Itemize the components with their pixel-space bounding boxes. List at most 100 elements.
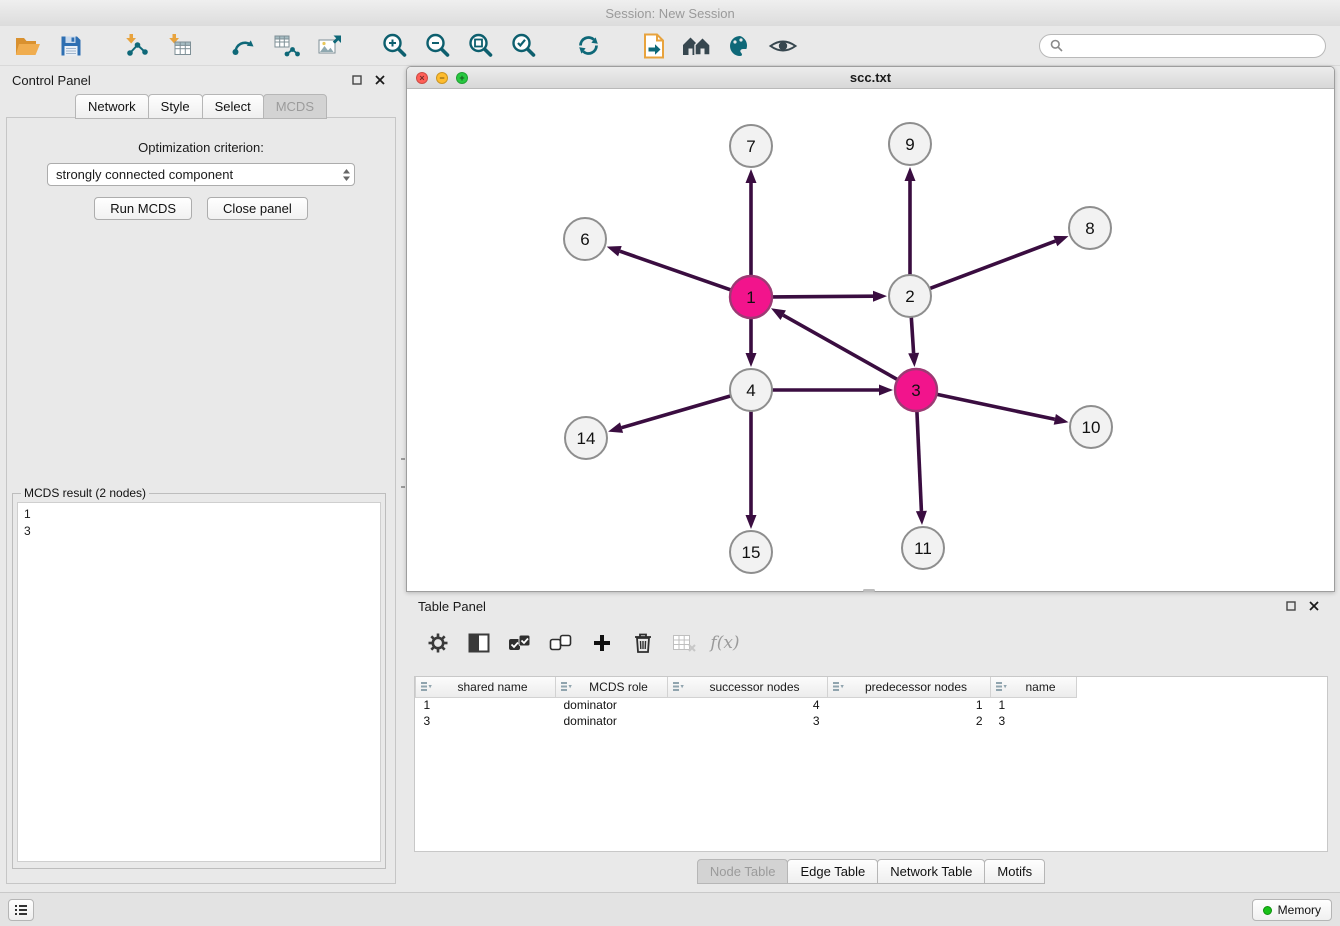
search-input[interactable] <box>1069 38 1315 53</box>
memory-button[interactable]: Memory <box>1252 899 1332 921</box>
mcds-result-list[interactable]: 1 3 <box>17 502 381 862</box>
table-settings-button[interactable] <box>426 631 450 655</box>
minimize-window-button[interactable] <box>436 72 448 84</box>
graph-edge-2-8[interactable] <box>930 241 1056 289</box>
show-hide-details-button[interactable] <box>761 28 804 64</box>
cell-successor-nodes[interactable]: 3 <box>668 713 828 729</box>
graph-edge-1-2[interactable] <box>772 296 873 297</box>
table-row[interactable]: 3 dominator 3 2 3 <box>416 713 1077 729</box>
node-label: 10 <box>1082 418 1101 437</box>
tab-network[interactable]: Network <box>75 94 149 119</box>
column-header-predecessor-nodes[interactable]: predecessor nodes <box>828 677 991 697</box>
zoom-in-button[interactable] <box>373 28 416 64</box>
graph-node-7[interactable]: 7 <box>730 125 772 167</box>
edge-arrowhead <box>879 385 893 396</box>
refresh-view-button[interactable] <box>567 28 610 64</box>
deselect-all-button[interactable] <box>549 631 573 655</box>
float-panel-icon[interactable] <box>348 72 366 88</box>
column-header-name[interactable]: name <box>991 677 1077 697</box>
tab-motifs[interactable]: Motifs <box>984 859 1045 884</box>
graph-edge-2-3[interactable] <box>911 317 913 353</box>
cell-name[interactable]: 1 <box>991 697 1077 713</box>
graph-node-1[interactable]: 1 <box>730 276 772 318</box>
graph-node-2[interactable]: 2 <box>889 275 931 317</box>
cell-predecessor-nodes[interactable]: 1 <box>828 697 991 713</box>
new-network-from-table-button[interactable] <box>265 28 308 64</box>
graph-edge-1-6[interactable] <box>620 251 731 290</box>
edge-arrowhead <box>746 353 757 367</box>
cell-predecessor-nodes[interactable]: 2 <box>828 713 991 729</box>
style-palette-icon <box>727 33 753 59</box>
network-window-titlebar[interactable]: scc.txt <box>407 67 1334 89</box>
cell-mcds-role[interactable]: dominator <box>556 713 668 729</box>
cell-shared-name[interactable]: 3 <box>416 713 556 729</box>
tab-edge-table[interactable]: Edge Table <box>787 859 878 884</box>
import-table-button[interactable] <box>157 28 200 64</box>
float-table-panel-icon[interactable] <box>1282 598 1300 614</box>
add-column-button[interactable] <box>590 631 614 655</box>
search-box[interactable] <box>1039 34 1326 58</box>
graph-node-14[interactable]: 14 <box>565 417 607 459</box>
network-document-button[interactable] <box>632 28 675 64</box>
graph-edge-3-1[interactable] <box>783 315 898 380</box>
column-header-mcds-role[interactable]: MCDS role <box>556 677 668 697</box>
edge-arrowhead <box>905 167 916 181</box>
close-table-panel-icon[interactable] <box>1305 598 1323 614</box>
close-panel-icon[interactable] <box>371 72 389 88</box>
column-header-successor-nodes[interactable]: successor nodes <box>668 677 828 697</box>
graph-node-4[interactable]: 4 <box>730 369 772 411</box>
maximize-window-button[interactable] <box>456 72 468 84</box>
mcds-result-title: MCDS result (2 nodes) <box>21 486 149 500</box>
column-header-shared-name[interactable]: shared name <box>416 677 556 697</box>
graph-edge-3-10[interactable] <box>937 394 1055 419</box>
graph-node-6[interactable]: 6 <box>564 218 606 260</box>
graph-node-8[interactable]: 8 <box>1069 207 1111 249</box>
tab-node-table[interactable]: Node Table <box>697 859 789 884</box>
mcds-result-line: 1 <box>24 506 374 523</box>
edge-arrowhead <box>916 511 927 525</box>
graph-node-3[interactable]: 3 <box>895 369 937 411</box>
first-neighbors-button[interactable] <box>675 28 718 64</box>
function-builder-button: f(x) <box>713 631 737 655</box>
delete-column-button[interactable] <box>631 631 655 655</box>
cell-successor-nodes[interactable]: 4 <box>668 697 828 713</box>
open-file-button[interactable] <box>6 28 49 64</box>
close-window-button[interactable] <box>416 72 428 84</box>
export-image-button[interactable] <box>308 28 351 64</box>
tab-mcds[interactable]: MCDS <box>263 94 327 119</box>
zoom-fit-button[interactable] <box>459 28 502 64</box>
select-all-button[interactable] <box>508 631 532 655</box>
graph-edge-4-14[interactable] <box>622 396 731 428</box>
table-tabs: Node Table Edge Table Network Table Moti… <box>406 859 1335 883</box>
style-palette-button[interactable] <box>718 28 761 64</box>
show-columns-button[interactable] <box>467 631 491 655</box>
tab-select[interactable]: Select <box>202 94 264 119</box>
cell-mcds-role[interactable]: dominator <box>556 697 668 713</box>
zoom-out-button[interactable] <box>416 28 459 64</box>
tab-network-table[interactable]: Network Table <box>877 859 985 884</box>
cell-shared-name[interactable]: 1 <box>416 697 556 713</box>
window-title: Session: New Session <box>605 6 734 21</box>
save-session-button[interactable] <box>49 28 92 64</box>
eye-icon <box>768 36 798 56</box>
column-label: shared name <box>457 680 527 694</box>
close-panel-button[interactable]: Close panel <box>207 197 308 220</box>
import-network-button[interactable] <box>114 28 157 64</box>
network-graph[interactable]: 7 9 6 8 1 2 4 3 14 10 15 11 <box>407 89 1334 591</box>
graph-node-10[interactable]: 10 <box>1070 406 1112 448</box>
tab-style[interactable]: Style <box>148 94 203 119</box>
graph-node-11[interactable]: 11 <box>902 527 944 569</box>
task-history-button[interactable] <box>8 899 34 921</box>
graph-node-15[interactable]: 15 <box>730 531 772 573</box>
criterion-select[interactable]: strongly connected component <box>47 163 355 186</box>
node-label: 15 <box>742 543 761 562</box>
refresh-icon <box>575 32 602 59</box>
graph-edge-3-11[interactable] <box>917 411 922 511</box>
graph-node-9[interactable]: 9 <box>889 123 931 165</box>
table-row[interactable]: 1 dominator 4 1 1 <box>416 697 1077 713</box>
zoom-selected-button[interactable] <box>502 28 545 64</box>
zoom-out-icon <box>424 32 451 59</box>
new-network-button[interactable] <box>222 28 265 64</box>
cell-name[interactable]: 3 <box>991 713 1077 729</box>
run-mcds-button[interactable]: Run MCDS <box>94 197 192 220</box>
